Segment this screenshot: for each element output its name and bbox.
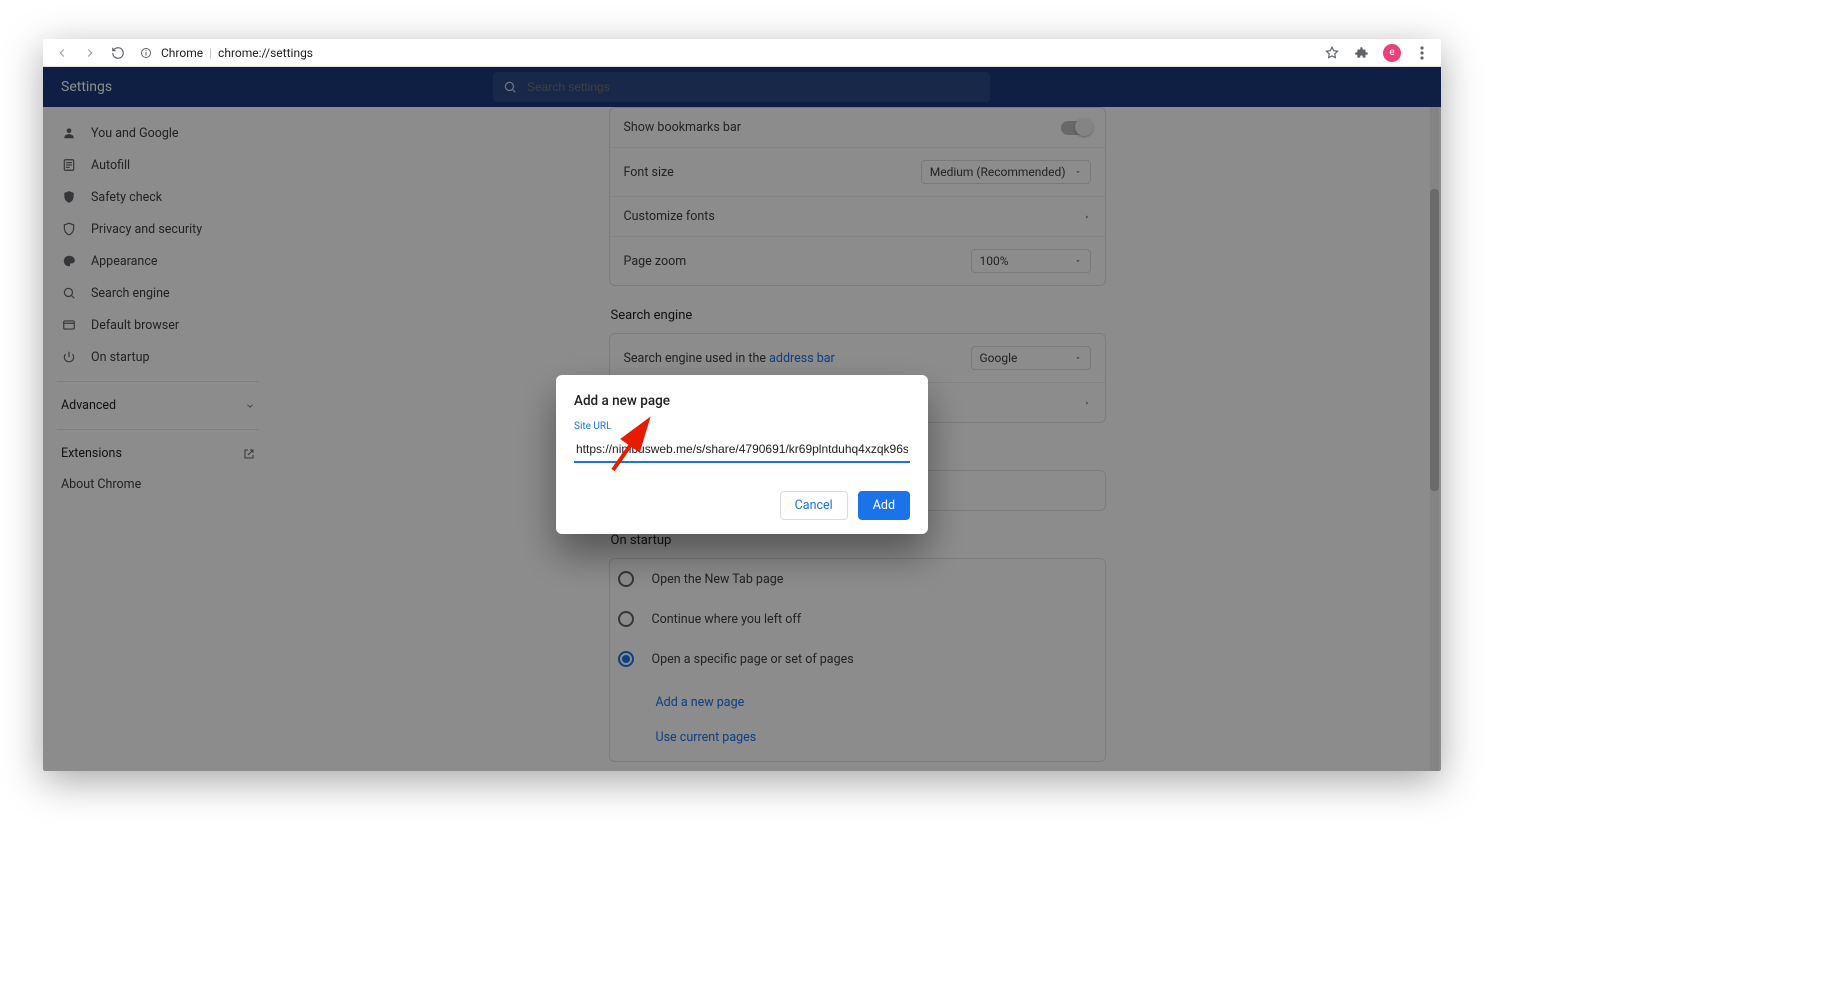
extensions-puzzle-icon[interactable] [1353, 44, 1371, 62]
field-label: Site URL [574, 421, 910, 432]
cancel-button[interactable]: Cancel [780, 491, 848, 520]
nav-forward-icon[interactable] [81, 44, 99, 62]
browser-chrome-bar: Chrome | chrome://settings e [43, 39, 1441, 67]
nav-back-icon[interactable] [53, 44, 71, 62]
browser-menu-icon[interactable] [1413, 44, 1431, 62]
url-scheme: Chrome [161, 46, 203, 60]
separator: | [209, 46, 212, 60]
site-url-field[interactable] [574, 434, 910, 463]
nav-reload-icon[interactable] [109, 44, 127, 62]
site-info-icon[interactable] [137, 44, 155, 62]
modal-scrim: Add a new page Site URL Cancel Add [43, 67, 1441, 771]
address-bar[interactable]: Chrome | chrome://settings [137, 44, 1313, 62]
site-url-input[interactable] [576, 442, 908, 456]
url-text: chrome://settings [218, 46, 313, 60]
add-page-modal: Add a new page Site URL Cancel Add [556, 375, 928, 534]
bookmark-star-icon[interactable] [1323, 44, 1341, 62]
modal-title: Add a new page [574, 393, 910, 409]
add-button[interactable]: Add [858, 491, 910, 520]
profile-avatar[interactable]: e [1383, 44, 1401, 62]
